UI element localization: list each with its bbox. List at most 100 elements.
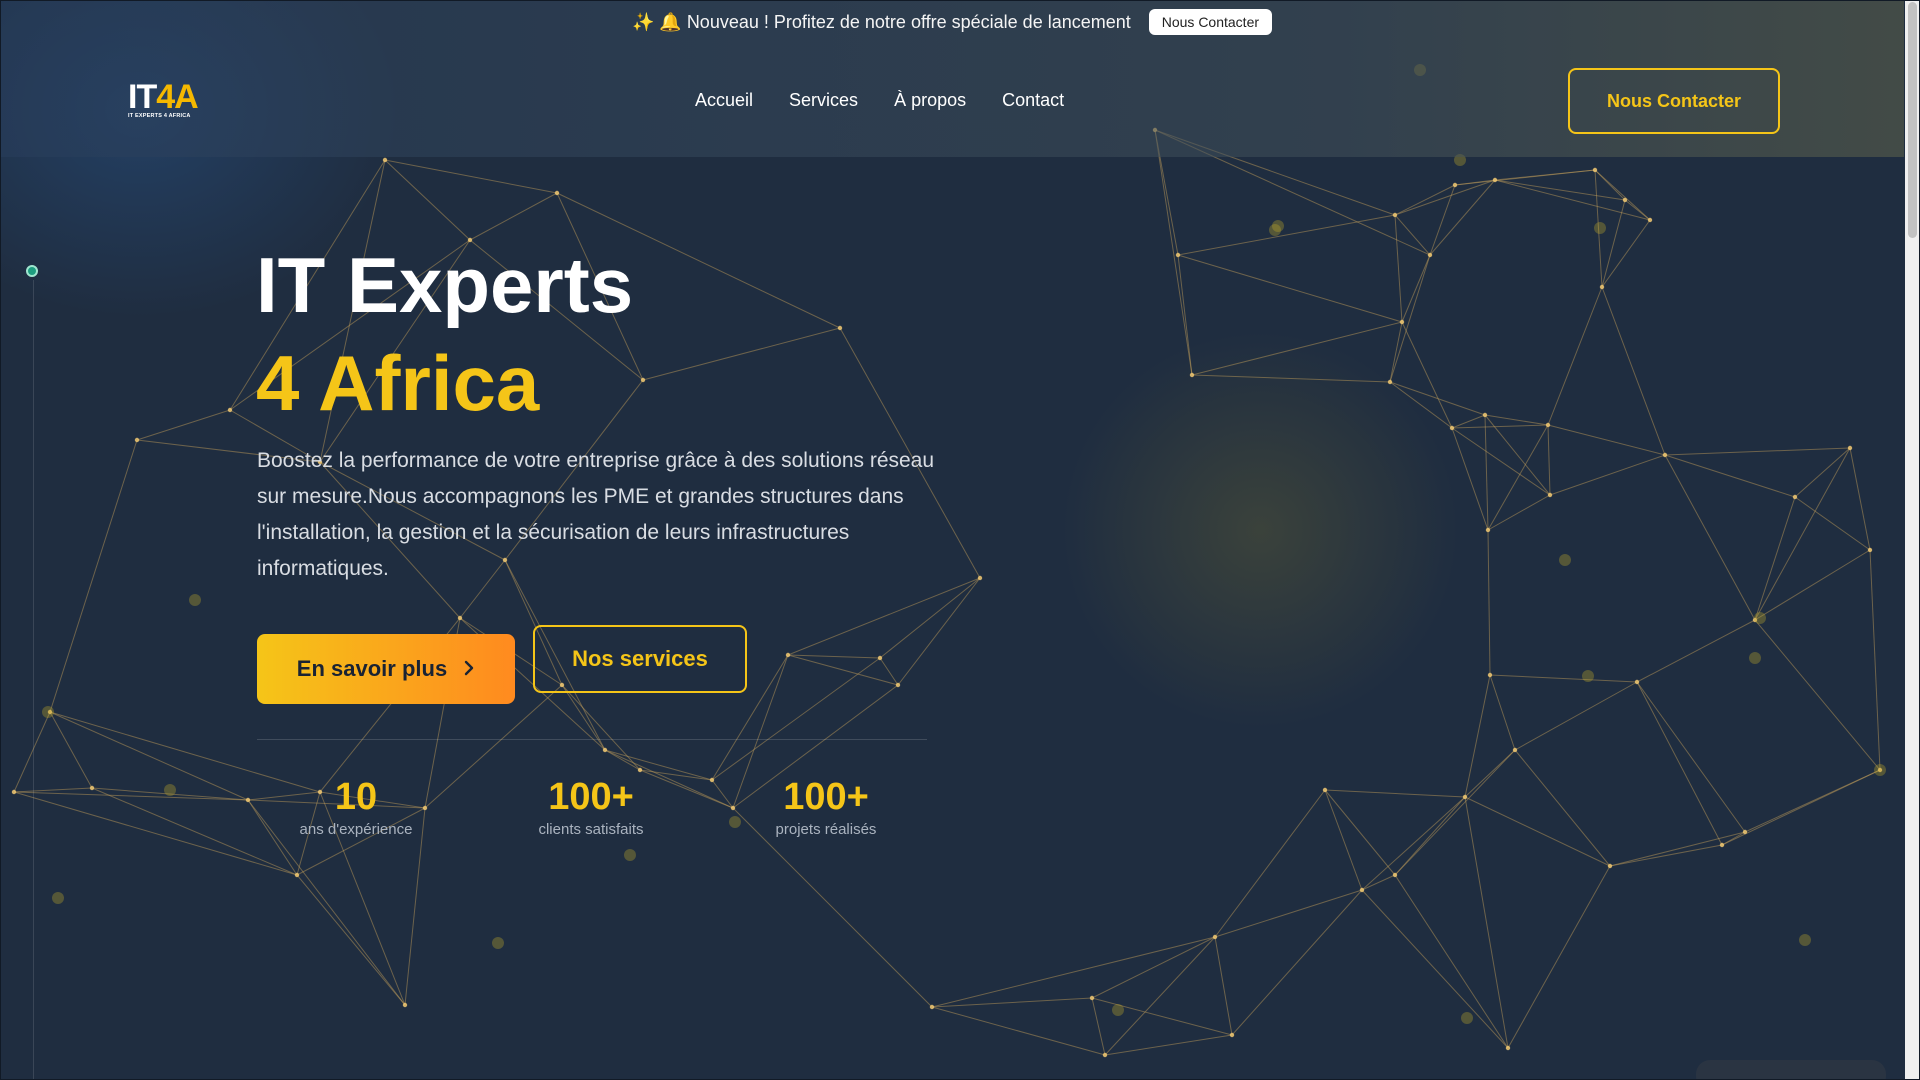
network-node (1607, 863, 1613, 869)
network-glow (1559, 554, 1571, 566)
stat-value: 100+ (548, 776, 634, 818)
announcement-contact-button[interactable]: Nous Contacter (1148, 9, 1273, 35)
network-line (1394, 214, 1403, 323)
network-line (1191, 321, 1403, 376)
network-line (879, 577, 981, 659)
network-line (1394, 874, 1509, 1049)
announcement-message: Nouveau ! Profitez de notre offre spécia… (686, 11, 1131, 32)
stat-experience: 10 ans d'expérience (256, 775, 456, 838)
network-line (1744, 769, 1881, 833)
network-glow (1112, 1004, 1124, 1016)
learn-more-label: En savoir plus (296, 656, 448, 681)
network-line (1754, 447, 1851, 621)
header-contact-button[interactable]: Nous Contacter (1568, 68, 1780, 134)
network-node (1482, 412, 1488, 418)
network-line (1324, 789, 1466, 798)
network-line (1794, 496, 1871, 551)
network-node (637, 767, 643, 773)
network-glow (492, 937, 504, 949)
network-line (1214, 936, 1233, 1036)
learn-more-button[interactable]: En savoir plus (257, 634, 515, 704)
network-node (1175, 252, 1181, 258)
our-services-button[interactable]: Nos services (533, 625, 747, 693)
network-node (640, 377, 646, 383)
network-node (1392, 212, 1398, 218)
network-line (1487, 424, 1549, 531)
network-line (1464, 796, 1509, 1049)
network-node (1452, 182, 1458, 188)
network-line (1547, 286, 1603, 426)
network-line (1389, 381, 1486, 416)
network-node (602, 747, 608, 753)
network-node (1622, 197, 1628, 203)
network-node (382, 157, 388, 163)
network-line (1091, 997, 1233, 1036)
scrollbar-thumb[interactable] (1908, 2, 1917, 238)
network-line (1754, 619, 1881, 771)
network-glow (1754, 612, 1766, 624)
network-glow (189, 594, 201, 606)
nav-item-a-propos[interactable]: À propos (894, 90, 966, 111)
network-node (1189, 372, 1195, 378)
network-node (89, 785, 95, 791)
logo[interactable]: IT4A IT EXPERTS 4 AFRICA (128, 78, 199, 119)
network-line (1389, 254, 1431, 383)
network-node (1592, 167, 1598, 173)
network-line (1389, 381, 1453, 429)
nav-item-accueil[interactable]: Accueil (695, 90, 753, 111)
network-line (1494, 169, 1596, 181)
floating-toolbar-widget[interactable] (1696, 1060, 1886, 1080)
network-line (136, 409, 231, 441)
logo-wordmark: IT4A (128, 78, 199, 116)
network-line (787, 577, 981, 656)
network-line (1389, 321, 1403, 383)
nav-item-contact[interactable]: Contact (1002, 90, 1064, 111)
scroll-progress-track (33, 280, 34, 1080)
network-node (1462, 794, 1468, 800)
network-node (1634, 679, 1640, 685)
logo-subtitle: IT EXPERTS 4 AFRICA (128, 113, 191, 119)
network-node (1647, 217, 1653, 223)
network-line (1507, 865, 1611, 1049)
network-node (1742, 829, 1748, 835)
network-node (1102, 1052, 1108, 1058)
network-glow (42, 706, 54, 718)
main-nav: Accueil Services À propos Contact (695, 90, 1064, 111)
network-line (1177, 254, 1403, 323)
announcement-text: ✨ 🔔 Nouveau ! Profitez de notre offre sp… (632, 12, 1131, 33)
network-node (929, 1004, 935, 1010)
network-node (1662, 452, 1668, 458)
network-line (1484, 414, 1549, 426)
page-scrollbar[interactable] (1905, 0, 1920, 1080)
stat-value: 100+ (783, 776, 869, 818)
network-line (49, 439, 138, 713)
nav-item-services[interactable]: Services (789, 90, 858, 111)
network-node (294, 872, 300, 878)
logo-prefix: IT (128, 78, 157, 116)
network-node (1399, 319, 1405, 325)
network-line (1214, 889, 1363, 938)
network-line (1451, 427, 1551, 496)
network-line (1361, 796, 1466, 891)
network-line (1214, 789, 1326, 938)
network-line (1664, 447, 1851, 456)
network-line (1361, 889, 1509, 1049)
network-line (1394, 214, 1431, 256)
network-line (1549, 454, 1666, 496)
scroll-progress-dot[interactable] (26, 265, 38, 277)
network-node (554, 190, 560, 196)
network-line (13, 791, 298, 876)
network-node (1545, 422, 1551, 428)
network-node (1359, 887, 1365, 893)
network-line (1324, 789, 1396, 876)
network-line (1104, 1034, 1233, 1056)
network-line (1451, 427, 1489, 531)
network-node (1847, 445, 1853, 451)
network-line (1514, 681, 1638, 751)
network-node (457, 615, 463, 621)
network-line (1489, 674, 1638, 683)
network-node (134, 437, 140, 443)
network-line (1191, 374, 1391, 383)
network-line (787, 654, 881, 659)
network-line (1231, 889, 1363, 1036)
